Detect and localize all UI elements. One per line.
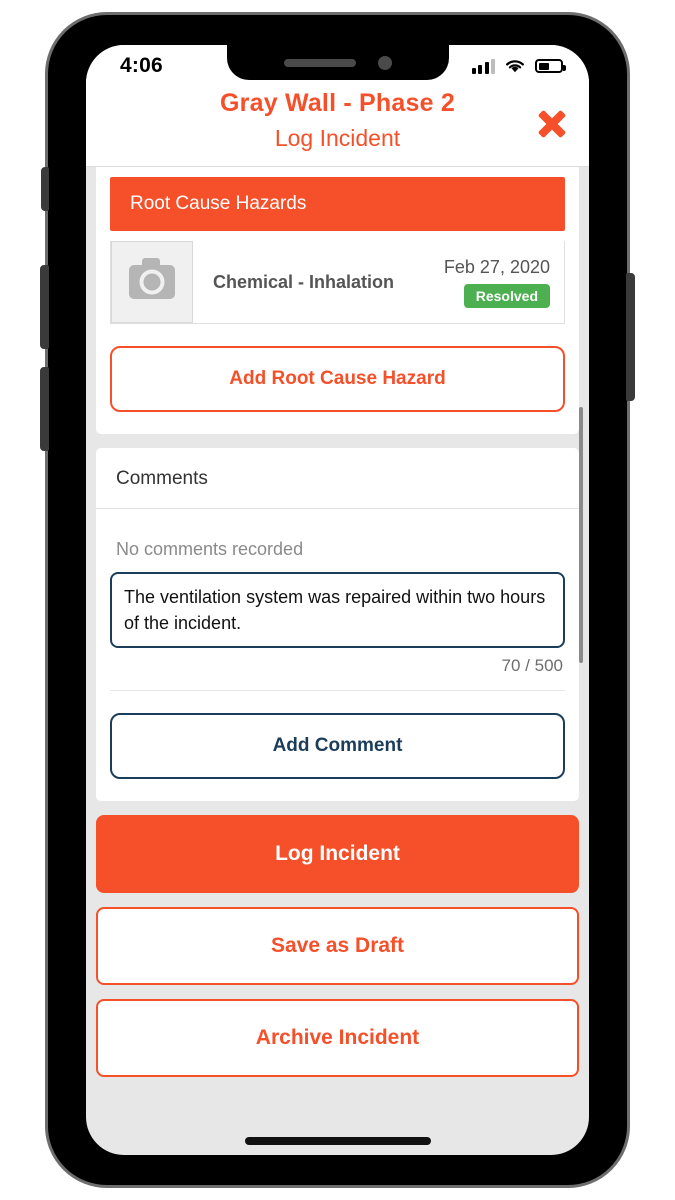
comments-title: Comments (96, 448, 579, 509)
log-incident-button[interactable]: Log Incident (96, 815, 579, 894)
battery-icon (535, 59, 566, 73)
add-comment-button[interactable]: Add Comment (110, 713, 565, 780)
scroll-content[interactable]: Root Cause Hazards Chemical - Inhalation… (86, 166, 589, 1090)
scrollbar[interactable] (577, 167, 585, 1090)
root-cause-hazards-card: Root Cause Hazards Chemical - Inhalation… (96, 167, 579, 434)
add-root-cause-hazard-button[interactable]: Add Root Cause Hazard (110, 346, 565, 412)
speaker-grille-icon (283, 58, 356, 67)
status-time: 4:06 (120, 54, 163, 77)
wifi-icon (506, 60, 524, 73)
save-as-draft-button[interactable]: Save as Draft (96, 907, 579, 986)
home-indicator[interactable] (244, 1137, 431, 1145)
app-header: Gray Wall - Phase 2 Log Incident (86, 87, 589, 166)
power-button[interactable] (626, 273, 635, 401)
camera-placeholder-icon (129, 258, 175, 299)
mute-switch-button[interactable] (41, 167, 49, 211)
screen-subtitle: Log Incident (274, 125, 401, 151)
front-camera-icon (377, 55, 392, 70)
divider (110, 690, 565, 692)
hazard-row[interactable]: Chemical - Inhalation Feb 27, 2020 Resol… (110, 241, 565, 324)
cellular-signal-icon (471, 58, 495, 74)
volume-down-button[interactable] (40, 367, 49, 451)
hazard-date: Feb 27, 2020 (443, 256, 550, 277)
comment-input[interactable] (110, 572, 565, 649)
archive-incident-button[interactable]: Archive Incident (96, 999, 579, 1078)
character-counter: 70 / 500 (501, 656, 563, 676)
status-icons (471, 58, 566, 74)
status-badge: Resolved (463, 283, 550, 308)
hazard-thumbnail[interactable] (111, 241, 193, 323)
phone-screen: 4:06 Gray Wall - Phase 2 Log Incident Ro… (86, 45, 589, 1155)
comments-card: Comments No comments recorded 70 / 500 A… (96, 448, 579, 802)
close-icon[interactable] (533, 105, 571, 143)
no-comments-note: No comments recorded (116, 539, 304, 559)
hazard-name: Chemical - Inhalation (213, 271, 395, 292)
hazard-meta: Feb 27, 2020 Resolved (444, 257, 564, 308)
phone-frame: 4:06 Gray Wall - Phase 2 Log Incident Ro… (40, 12, 635, 1188)
scrollbar-thumb[interactable] (579, 407, 583, 663)
notch (226, 45, 449, 80)
section-header-root-cause-hazards: Root Cause Hazards (110, 177, 565, 231)
volume-up-button[interactable] (40, 265, 49, 349)
page-title: Gray Wall - Phase 2 (220, 89, 455, 117)
